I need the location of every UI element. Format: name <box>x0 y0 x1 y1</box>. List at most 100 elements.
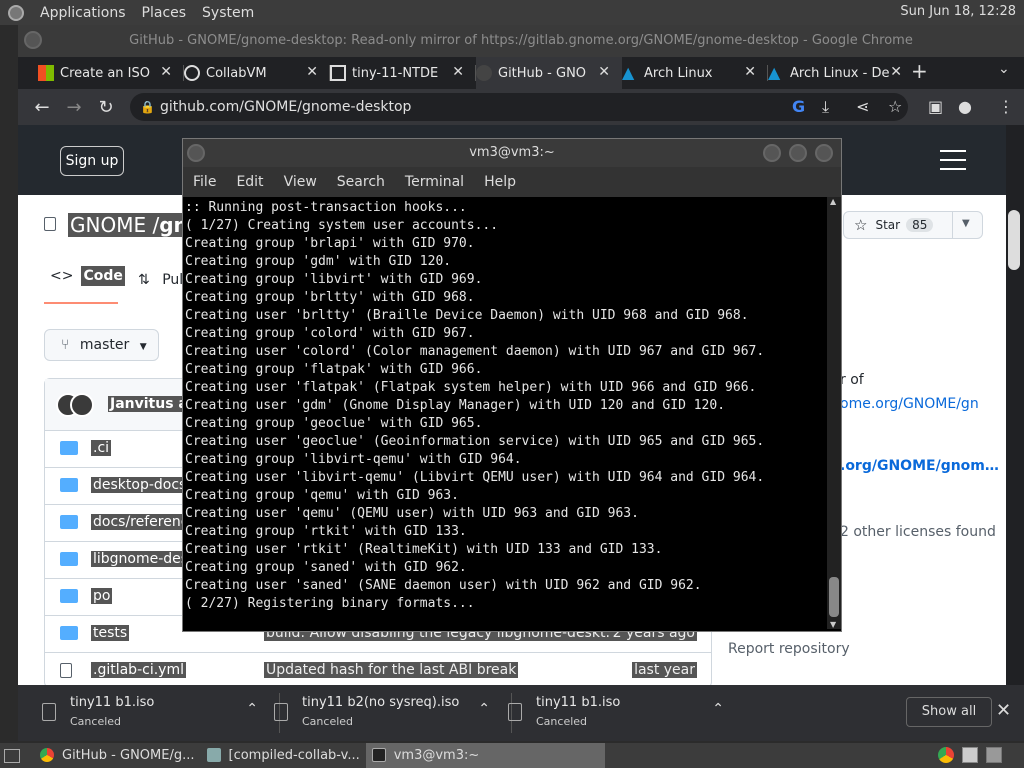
file-name[interactable]: po <box>91 588 113 604</box>
menu-view[interactable]: View <box>284 174 317 190</box>
close-downloads-icon[interactable]: ✕ <box>996 700 1011 721</box>
tab-label: CollabVM <box>206 65 267 81</box>
code-icon: <> <box>50 268 74 284</box>
window-menu-icon[interactable] <box>187 144 205 162</box>
sign-up-button[interactable]: Sign up <box>60 146 124 176</box>
back-arrow-icon[interactable]: ← <box>26 97 58 118</box>
folder-icon <box>60 441 78 455</box>
window-menu-icon[interactable] <box>24 31 42 49</box>
tab-close-icon[interactable]: ✕ <box>890 64 902 80</box>
terminal-output[interactable]: :: Running post-transaction hooks...( 1/… <box>185 199 825 629</box>
menu-file[interactable]: File <box>193 174 216 190</box>
tab-create-iso[interactable]: Create an ISO ✕ <box>38 57 184 89</box>
install-app-icon[interactable]: ⤓ <box>822 97 829 117</box>
tab-close-icon[interactable]: ✕ <box>744 64 756 80</box>
applications-menu[interactable]: Applications <box>40 5 126 21</box>
chevron-up-icon[interactable]: ⌃ <box>246 701 258 717</box>
chevron-up-icon[interactable]: ⌃ <box>478 701 490 717</box>
branch-selector[interactable]: ⑂ master ▼ <box>44 329 159 361</box>
minimize-icon[interactable] <box>763 144 781 162</box>
new-tab-button[interactable]: + <box>911 59 928 83</box>
profile-avatar-icon[interactable]: ● <box>958 97 972 116</box>
license-info[interactable]: 2 other licenses found <box>840 524 996 540</box>
reload-icon[interactable]: ↻ <box>90 97 122 118</box>
scroll-up-icon[interactable]: ▲ <box>830 197 836 206</box>
chevron-up-icon[interactable]: ⌃ <box>712 701 724 717</box>
workspace-chrome-icon[interactable] <box>938 747 954 763</box>
tab-code[interactable]: <> Code <box>50 266 125 286</box>
menu-terminal[interactable]: Terminal <box>405 174 464 190</box>
microsoft-icon <box>38 65 54 81</box>
tab-github-active[interactable]: GitHub - GNO ✕ <box>476 57 622 89</box>
side-panel-icon[interactable]: ▣ <box>928 97 943 116</box>
show-desktop-icon[interactable] <box>4 748 20 763</box>
download-shelf: tiny11 b1.iso Canceled ⌃ tiny11 b2(no sy… <box>18 685 1024 741</box>
tab-close-icon[interactable]: ✕ <box>598 64 610 80</box>
tab-close-icon[interactable]: ✕ <box>160 64 172 80</box>
chevron-down-icon[interactable]: ▼ <box>962 218 970 229</box>
menu-help[interactable]: Help <box>484 174 516 190</box>
repo-owner[interactable]: GNOME / <box>70 213 159 237</box>
terminal-scrollbar[interactable]: ▲ ▼ <box>827 197 841 629</box>
scroll-down-icon[interactable]: ▼ <box>830 620 836 629</box>
download-item[interactable]: tiny11 b1.iso Canceled ⌃ <box>504 693 724 733</box>
tab-tiny11[interactable]: tiny-11-NTDE ✕ <box>330 57 476 89</box>
file-name[interactable]: tests <box>91 625 130 641</box>
report-repository-link[interactable]: Report repository <box>728 641 850 657</box>
gnome-foot-icon[interactable] <box>8 4 24 21</box>
tab-arch-linux[interactable]: ▲ Arch Linux ✕ <box>622 57 768 89</box>
tab-search-chevron-icon[interactable]: ⌄ <box>998 61 1010 77</box>
tab-collabvm[interactable]: CollabVM ✕ <box>184 57 330 89</box>
tab-arch-linux-de[interactable]: ▲ Arch Linux - De ✕ <box>768 57 914 89</box>
star-button[interactable]: ☆ Star 85 ▼ <box>843 211 983 239</box>
menu-edit[interactable]: Edit <box>236 174 263 190</box>
file-name[interactable]: .ci <box>91 440 112 456</box>
file-name[interactable]: desktop-docs <box>91 477 189 493</box>
taskbar-item-collab[interactable]: [compiled-collab-v... <box>201 743 366 768</box>
share-icon[interactable]: ⋖ <box>856 97 869 116</box>
repo-title[interactable]: GNOME /gn <box>68 213 190 237</box>
places-menu[interactable]: Places <box>142 5 187 21</box>
forward-arrow-icon[interactable]: → <box>58 97 90 118</box>
tab-pull-requests[interactable]: ⇅ Pul <box>138 272 183 288</box>
hamburger-menu-icon[interactable] <box>940 150 966 170</box>
system-menu[interactable]: System <box>202 5 254 21</box>
show-all-button[interactable]: Show all <box>906 697 992 727</box>
workspace-switcher-icon[interactable] <box>962 747 978 763</box>
tab-close-icon[interactable]: ✕ <box>306 64 318 80</box>
terminal-line: Creating group 'libvirt' with GID 969. <box>185 272 483 287</box>
terminal-line: Creating group 'saned' with GID 962. <box>185 560 467 575</box>
terminal-titlebar[interactable]: vm3@vm3:~ <box>183 139 841 167</box>
menu-search[interactable]: Search <box>337 174 385 190</box>
about-mirror-link[interactable]: ome.org/GNOME/gn <box>840 396 979 412</box>
taskbar-item-chrome[interactable]: GitHub - GNOME/g... <box>34 743 201 768</box>
panel-clock[interactable]: Sun Jun 18, 12:28 <box>900 4 1016 19</box>
workspace-switcher-icon[interactable] <box>986 747 1002 763</box>
file-icon <box>274 703 288 721</box>
avatar[interactable] <box>56 393 96 417</box>
chrome-menu-icon[interactable]: ⋮ <box>998 97 1014 116</box>
terminal-icon <box>371 748 386 762</box>
commit-message[interactable]: Updated hash for the last ABI break <box>264 662 519 678</box>
download-item[interactable]: tiny11 b1.iso Canceled ⌃ <box>38 693 280 733</box>
pull-tab-label: Pul <box>162 272 184 288</box>
terminal-line: Creating group 'libvirt-qemu' with GID 9… <box>185 452 522 467</box>
chrome-titlebar[interactable]: GitHub - GNOME/gnome-desktop: Read-only … <box>18 25 1024 57</box>
maximize-icon[interactable] <box>789 144 807 162</box>
scroll-thumb[interactable] <box>829 577 839 617</box>
file-name[interactable]: .gitlab-ci.yml <box>91 662 186 678</box>
taskbar-item-terminal[interactable]: vm3@vm3:~ <box>365 743 606 768</box>
browser-toolbar: ← → ↻ 🔒 github.com/GNOME/gnome-desktop G… <box>18 89 1024 125</box>
download-item[interactable]: tiny11 b2(no sysreq).iso Canceled ⌃ <box>270 693 512 733</box>
download-name: tiny11 b2(no sysreq).iso <box>302 695 460 710</box>
bookmark-star-icon[interactable]: ☆ <box>888 97 902 116</box>
terminal-line: Creating group 'brltty' with GID 968. <box>185 290 475 305</box>
tab-close-icon[interactable]: ✕ <box>452 64 464 80</box>
close-icon[interactable] <box>815 144 833 162</box>
file-icon <box>42 703 56 721</box>
page-scrollbar[interactable] <box>1008 210 1020 270</box>
google-lens-icon[interactable]: G <box>792 97 805 116</box>
lock-icon[interactable]: 🔒 <box>140 93 155 121</box>
taskbar-label: GitHub - GNOME/g... <box>62 748 195 763</box>
about-website-link[interactable]: .org/GNOME/gnom… <box>840 458 999 474</box>
